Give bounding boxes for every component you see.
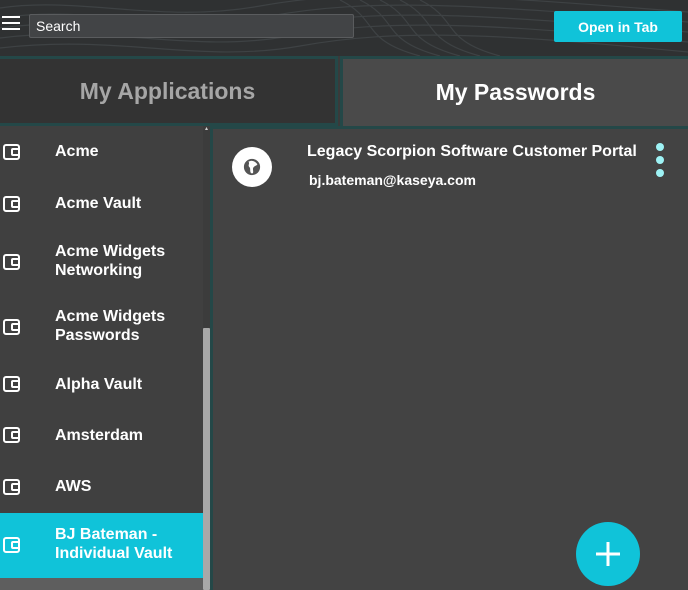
vault-icon [3,254,20,270]
sidebar-item-label: Acme Vault [55,195,142,212]
vault-icon [3,196,20,212]
search-input[interactable] [29,14,354,38]
scrollbar-thumb[interactable] [203,328,210,590]
tab-my-passwords[interactable]: My Passwords [340,56,688,126]
add-password-button[interactable] [576,522,640,586]
sidebar-item-acme-widgets-networking[interactable]: Acme Widgets Networking [0,229,203,294]
sidebar-item-label: Amsterdam [55,427,144,444]
vault-icon [3,144,20,160]
more-options-icon[interactable] [653,143,667,177]
top-bar: Open in Tab [0,0,688,56]
password-username: bj.bateman@kaseya.com [309,172,476,188]
password-entry[interactable]: Legacy Scorpion Software Customer Portal… [213,129,688,199]
sidebar-item-alpha-vault[interactable]: Alpha Vault [0,359,203,410]
scroll-up-arrow-icon[interactable]: ▴ [203,126,210,132]
sidebar-item-bj-bateman-individual-vault[interactable]: BJ Bateman - Individual Vault [0,513,203,578]
sidebar-item-acme-widgets-passwords[interactable]: Acme Widgets Passwords [0,294,203,359]
vault-icon [3,319,20,335]
vault-icon [3,479,20,495]
password-list: Legacy Scorpion Software Customer Portal… [210,126,688,590]
plus-icon [596,542,620,566]
vault-icon [3,537,20,553]
hamburger-menu-icon[interactable] [2,16,22,34]
sidebar-item-label: BJ Bateman - Individual Vault [55,526,173,562]
sidebar-item-label: Acme Widgets Networking [55,243,166,279]
sidebar-item-label: Acme Widgets Passwords [55,308,166,344]
tab-my-applications[interactable]: My Applications [0,56,338,126]
sidebar-next-item-peek [0,578,203,590]
sidebar-item-label: Alpha Vault [55,376,143,393]
sidebar-item-acme-vault[interactable]: Acme Vault [0,178,203,229]
sidebar-item-label: Acme [55,143,99,160]
sidebar-item-acme[interactable]: Acme [0,126,203,178]
vault-icon [3,427,20,443]
globe-icon [232,147,272,187]
sidebar-item-label: AWS [55,478,92,495]
tab-bar: My Applications My Passwords [0,56,688,126]
vault-icon [3,376,20,392]
open-in-tab-button[interactable]: Open in Tab [554,11,682,42]
sidebar-item-amsterdam[interactable]: Amsterdam [0,410,203,461]
vault-sidebar: Acme Acme Vault Acme Widgets Networking … [0,126,210,590]
sidebar-item-aws[interactable]: AWS [0,461,203,513]
password-title: Legacy Scorpion Software Customer Portal [307,143,637,160]
